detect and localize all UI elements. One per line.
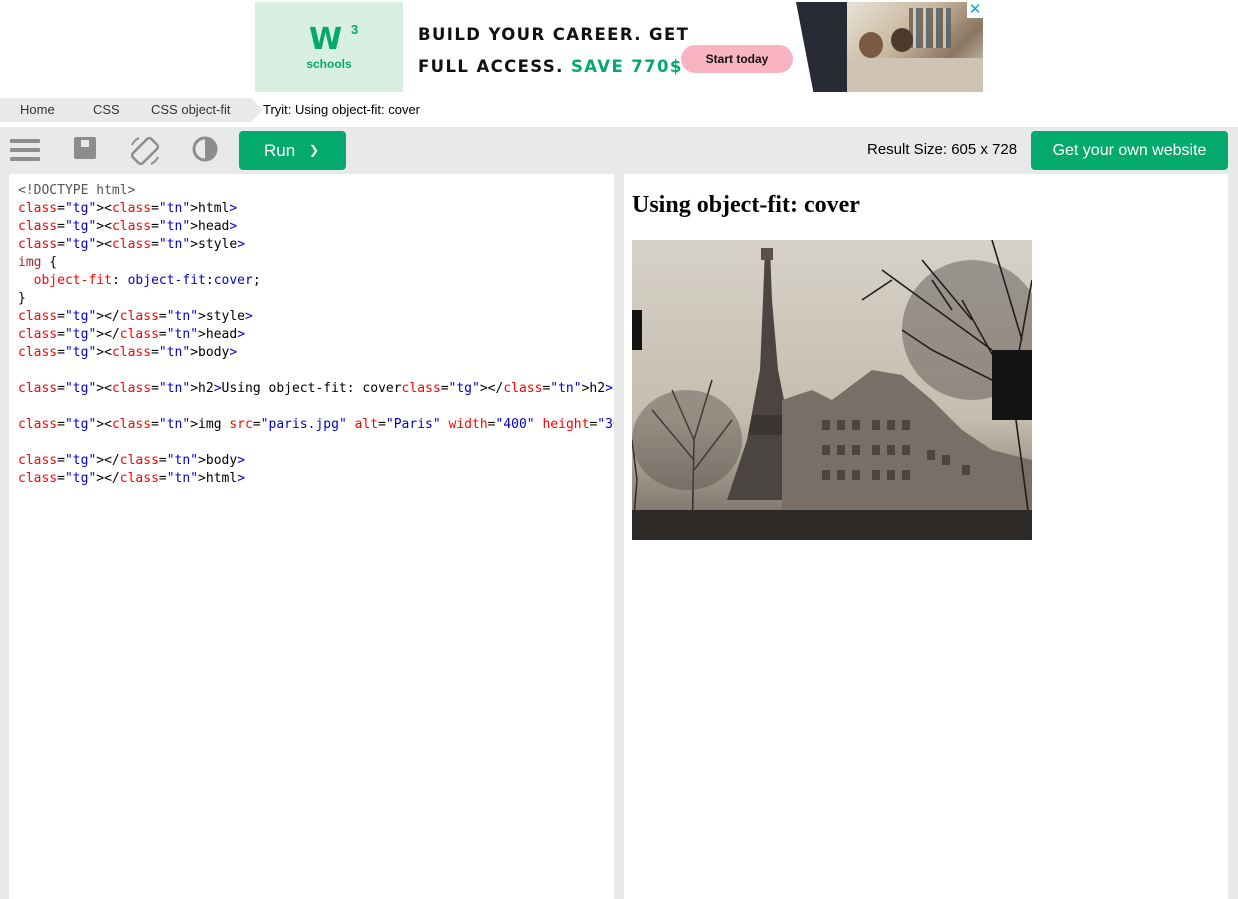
- logo-mark: W: [309, 22, 342, 57]
- run-button[interactable]: Run ❯: [239, 131, 346, 170]
- get-own-website-button[interactable]: Get your own website: [1031, 131, 1228, 170]
- ad-headline-line2: FULL ACCESS. SAVE 770$: [418, 51, 689, 83]
- ad-headline-line1: BUILD YOUR CAREER. GET: [418, 25, 690, 44]
- run-button-label: Run: [264, 141, 296, 160]
- ad-banner[interactable]: W 3 schools BUILD YOUR CAREER. GET FULL …: [255, 2, 983, 92]
- menu-icon[interactable]: [10, 135, 40, 165]
- breadcrumb: Home CSS CSS object-fit Tryit: Using obj…: [0, 98, 1238, 122]
- contrast-icon[interactable]: [191, 135, 221, 165]
- logo-subtitle: schools: [306, 57, 352, 71]
- result-size: Result Size: 605 x 728: [867, 141, 1018, 158]
- result-heading: Using object-fit: cover: [632, 192, 860, 218]
- ad-photo-person: [891, 28, 913, 52]
- breadcrumb-current: Tryit: Using object-fit: cover: [263, 102, 421, 117]
- ad-headline-highlight: SAVE 770$: [570, 57, 683, 76]
- ad-headline-prefix: FULL ACCESS.: [418, 57, 564, 76]
- save-icon[interactable]: [72, 135, 102, 165]
- code-editor[interactable]: <!DOCTYPE html> class="tg"><class="tn">h…: [9, 174, 614, 899]
- paris-image: [632, 240, 1032, 540]
- ad-close-icon[interactable]: ✕: [967, 2, 983, 18]
- ad-photo-person: [859, 32, 883, 58]
- ad-photo: [847, 2, 983, 92]
- ad-photo-bookshelf: [909, 8, 951, 48]
- breadcrumb-css-object-fit[interactable]: CSS object-fit: [131, 98, 263, 122]
- toolbar: Run ❯ Result Size: 605 x 728 Get your ow…: [0, 127, 1238, 173]
- ad-headline: BUILD YOUR CAREER. GET FULL ACCESS. SAVE…: [418, 19, 689, 83]
- breadcrumb-home[interactable]: Home: [0, 98, 84, 122]
- logo-superscript: 3: [351, 22, 359, 37]
- result-frame[interactable]: Using object-fit: cover: [624, 174, 1228, 899]
- ad-start-today-button[interactable]: Start today: [681, 45, 793, 73]
- rotate-icon[interactable]: [129, 135, 160, 166]
- code-text[interactable]: <!DOCTYPE html> class="tg"><class="tn">h…: [18, 182, 614, 488]
- ad-photo-desk: [847, 58, 983, 92]
- run-arrow-icon: ❯: [309, 143, 320, 157]
- w3schools-logo: W 3 schools: [255, 2, 403, 92]
